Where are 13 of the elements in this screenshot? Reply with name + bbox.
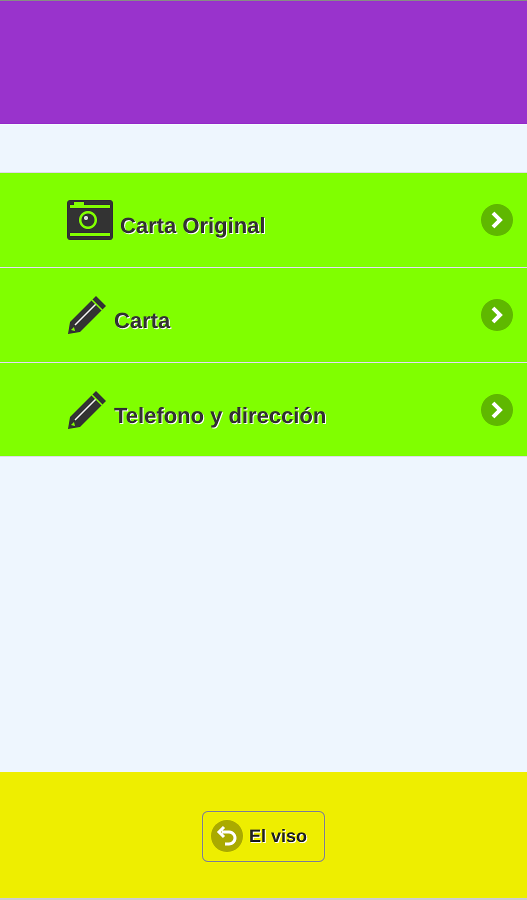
menu-item[interactable]: Carta Original [0,172,527,267]
menu-item[interactable]: Telefono y dirección [0,362,527,457]
chevron-right-icon [481,394,513,426]
menu-label: Telefono y dirección [114,402,326,428]
pencil-icon [66,388,108,430]
chevron-right-icon [481,204,513,236]
pencil-icon [66,294,108,336]
menu-label: Carta [114,308,170,334]
camera-icon [66,199,114,241]
back-button[interactable]: El viso [202,810,325,862]
menu-item[interactable]: Carta [0,267,527,362]
menu-label: Carta Original [120,213,266,239]
chevron-right-icon [481,299,513,331]
